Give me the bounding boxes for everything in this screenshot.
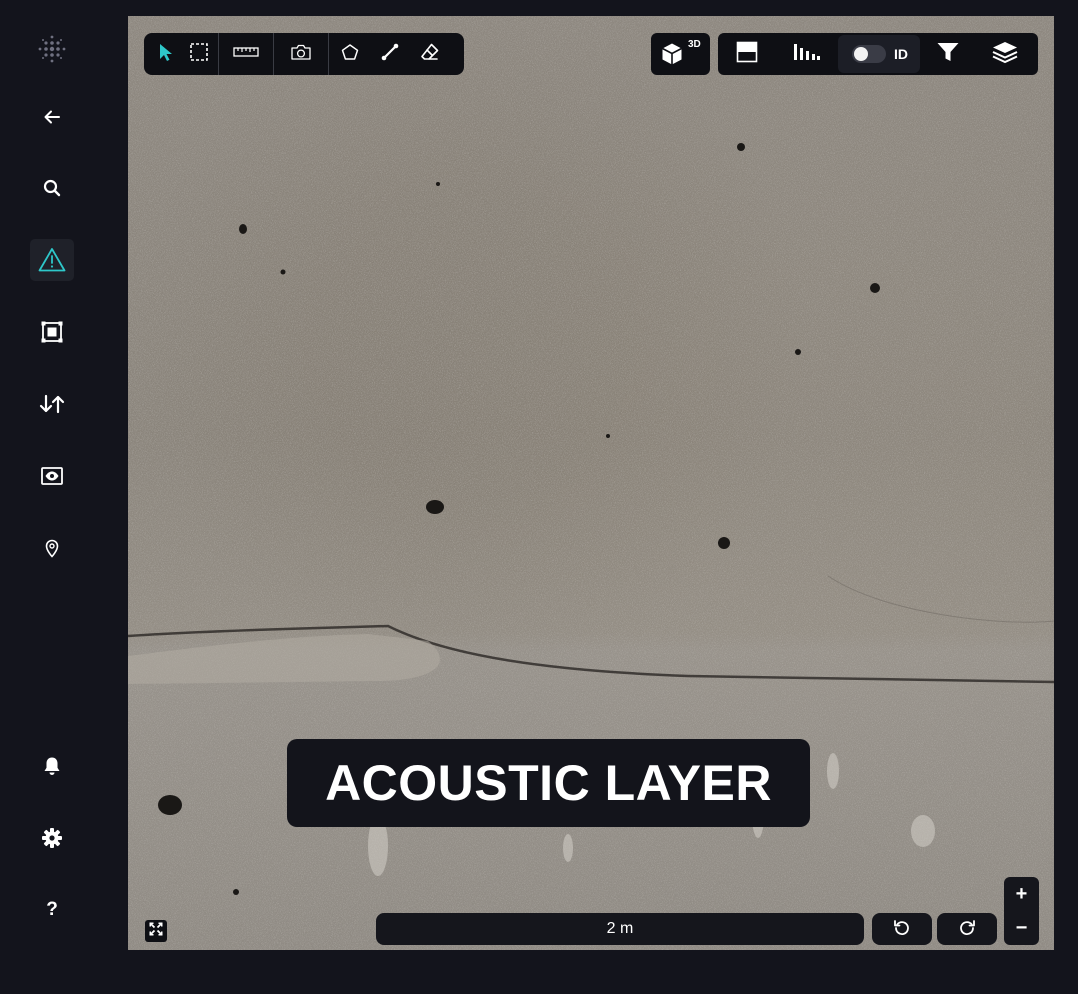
measure-button[interactable]	[229, 37, 263, 71]
logo	[35, 32, 69, 66]
zoom-out-button[interactable]: −	[1004, 911, 1039, 945]
frame-button[interactable]	[30, 311, 74, 353]
settings-button[interactable]	[30, 817, 74, 859]
frame-focus-icon	[41, 321, 63, 343]
rotate-right-button[interactable]	[937, 913, 997, 945]
map-pin-icon	[44, 538, 60, 558]
line-tool-button[interactable]	[373, 37, 407, 71]
badge-3d: 3D	[688, 39, 701, 50]
id-toggle[interactable]: ID	[838, 35, 920, 73]
layers-icon	[991, 40, 1019, 69]
filter-icon	[936, 41, 960, 68]
bell-icon	[42, 755, 62, 777]
scale-label: 2 m	[606, 920, 634, 937]
rotate-cw-icon	[958, 918, 976, 941]
expand-icon	[148, 921, 164, 942]
drawing-toolbar	[144, 33, 464, 75]
warning-triangle-icon	[38, 247, 66, 273]
alerts-button[interactable]	[30, 239, 74, 281]
pointer-icon	[157, 42, 173, 67]
split-view-icon	[736, 41, 758, 68]
arrow-left-icon	[42, 107, 62, 127]
id-toggle-label: ID	[894, 46, 908, 62]
3d-view-button[interactable]: 3D	[651, 33, 710, 75]
zoom-control: + −	[1004, 877, 1039, 945]
split-view-button[interactable]	[718, 33, 776, 75]
pointer-tool-button[interactable]	[148, 37, 182, 71]
screenshot-button[interactable]	[284, 37, 318, 71]
view-button[interactable]	[30, 455, 74, 497]
ruler-icon	[233, 45, 259, 64]
gear-icon	[41, 827, 63, 849]
marquee-select-icon	[189, 42, 209, 67]
chart-view-button[interactable]	[776, 33, 838, 75]
bar-chart-icon	[793, 42, 821, 67]
notifications-button[interactable]	[30, 745, 74, 787]
id-toggle-switch[interactable]	[852, 45, 886, 63]
layer-title: ACOUSTIC LAYER	[325, 755, 772, 811]
scale-bar: 2 m	[376, 913, 864, 945]
fullscreen-button[interactable]	[145, 920, 167, 942]
sidebar: ?	[0, 0, 104, 994]
marquee-select-button[interactable]	[182, 37, 216, 71]
layer-title-banner: ACOUSTIC LAYER	[287, 739, 810, 827]
back-button[interactable]	[30, 96, 74, 138]
filter-button[interactable]	[920, 33, 976, 75]
help-icon: ?	[46, 899, 58, 920]
search-button[interactable]	[30, 167, 74, 209]
line-icon	[380, 42, 400, 67]
location-button[interactable]	[30, 527, 74, 569]
cube-icon	[661, 42, 683, 71]
search-icon	[42, 178, 62, 198]
rotate-left-button[interactable]	[872, 913, 932, 945]
sort-button[interactable]	[30, 383, 74, 425]
help-button[interactable]: ?	[30, 889, 74, 931]
eraser-icon	[420, 42, 440, 67]
sort-arrows-icon	[38, 393, 66, 415]
layers-button[interactable]	[976, 33, 1034, 75]
camera-icon	[290, 43, 312, 66]
eraser-tool-button[interactable]	[413, 37, 447, 71]
polygon-icon	[341, 43, 359, 66]
eye-card-icon	[40, 466, 64, 486]
polygon-tool-button[interactable]	[333, 37, 367, 71]
rotate-ccw-icon	[893, 918, 911, 941]
zoom-in-button[interactable]: +	[1004, 877, 1039, 911]
